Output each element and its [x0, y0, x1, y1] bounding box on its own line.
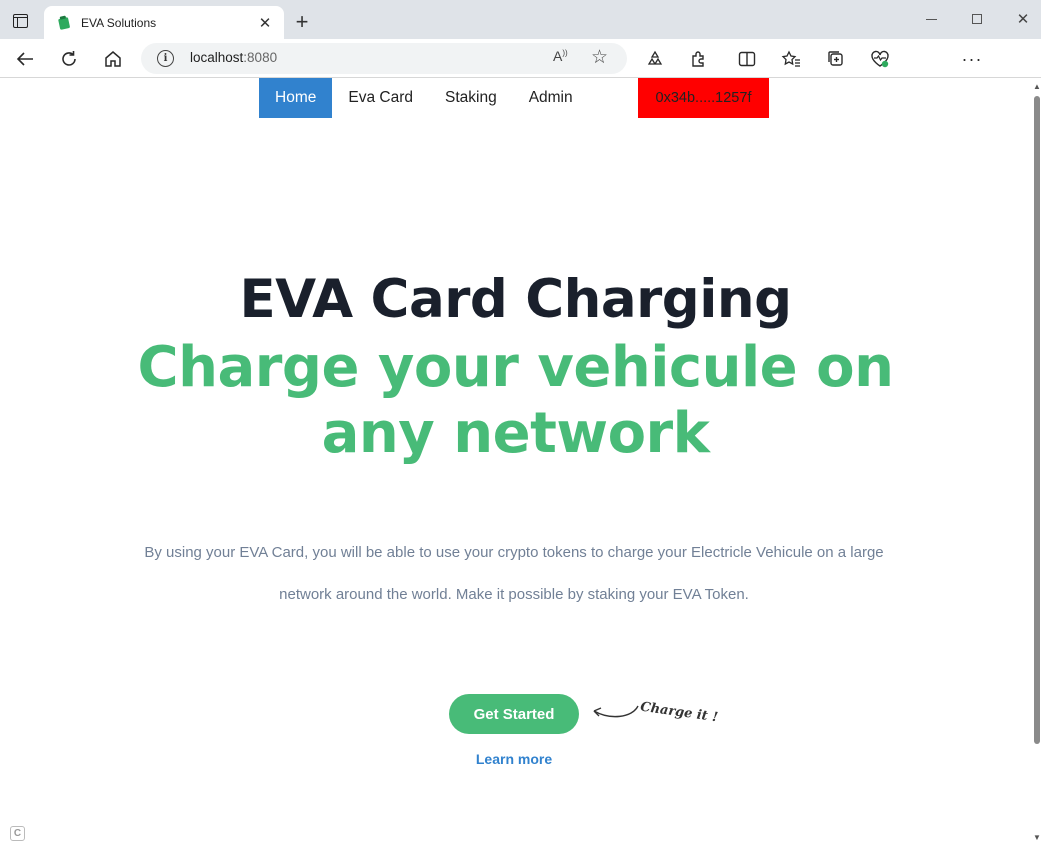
nav-item-home[interactable]: Home [259, 78, 333, 118]
url-port: :8080 [243, 50, 278, 65]
nav-item-staking[interactable]: Staking [429, 78, 513, 118]
page-scrollbar[interactable]: ▲ ▼ [1031, 78, 1041, 844]
wallet-address-button[interactable]: 0x34b.....1257f [638, 78, 769, 118]
favorites-icon[interactable] [777, 45, 805, 73]
scroll-thumb[interactable] [1034, 96, 1040, 744]
hero-title: EVA Card Charging [239, 269, 792, 330]
refresh-icon[interactable] [55, 45, 83, 73]
close-window-button[interactable]: ✕ [1000, 6, 1041, 32]
hero-subtitle-line-1: Charge your vehicule on [137, 335, 894, 400]
minimize-button[interactable] [908, 6, 954, 32]
new-tab-button[interactable]: + [290, 9, 314, 34]
scroll-up-icon[interactable]: ▲ [1033, 82, 1041, 91]
favicon-icon [57, 15, 71, 31]
collections-icon[interactable] [822, 45, 850, 73]
tab-strip: EVA Solutions ✕ + ✕ [0, 0, 1041, 39]
browser-essentials-icon[interactable] [866, 45, 894, 73]
maximize-button[interactable] [954, 6, 1000, 32]
recycle-icon[interactable] [641, 45, 669, 73]
home-icon[interactable] [99, 45, 127, 73]
back-icon[interactable] [11, 45, 39, 73]
tab-title: EVA Solutions [81, 15, 157, 30]
url-text: localhost:8080 [190, 50, 277, 65]
corner-badge-icon: C [10, 826, 25, 841]
main-nav: Home Eva Card Staking Admin [259, 78, 589, 118]
read-aloud-icon[interactable]: A)) [553, 48, 568, 64]
tab-actions-icon [12, 14, 28, 28]
hero-subtitle-line-2: any network [321, 401, 710, 466]
browser-toolbar: i localhost:8080 A)) ☆ ··· b [0, 39, 1041, 113]
curved-arrow-icon [593, 705, 639, 718]
tab-close-icon[interactable]: ✕ [254, 12, 276, 34]
more-icon[interactable]: ··· [958, 45, 986, 73]
minimize-icon [925, 18, 937, 20]
scroll-down-icon[interactable]: ▼ [1033, 833, 1041, 842]
favorite-star-icon[interactable]: ☆ [591, 46, 608, 69]
tab-actions-button[interactable] [6, 8, 34, 34]
url-host: localhost [190, 50, 244, 65]
address-bar[interactable]: i localhost:8080 A)) ☆ [141, 43, 627, 74]
maximize-icon [972, 14, 982, 24]
nav-item-admin[interactable]: Admin [513, 78, 589, 118]
hero-description: By using your EVA Card, you will be able… [144, 544, 884, 603]
info-icon[interactable]: i [157, 50, 174, 67]
cta-handwritten-note: Charge it ! [639, 699, 719, 726]
learn-more-link[interactable]: Learn more [0, 751, 1028, 767]
nav-item-eva-card[interactable]: Eva Card [332, 78, 429, 118]
extensions-icon[interactable] [685, 45, 713, 73]
get-started-button[interactable]: Get Started [449, 694, 579, 734]
split-screen-icon[interactable] [733, 45, 761, 73]
web-page: Home Eva Card Staking Admin 0x34b.....12… [0, 78, 1031, 844]
browser-tab[interactable]: EVA Solutions ✕ [44, 6, 284, 39]
